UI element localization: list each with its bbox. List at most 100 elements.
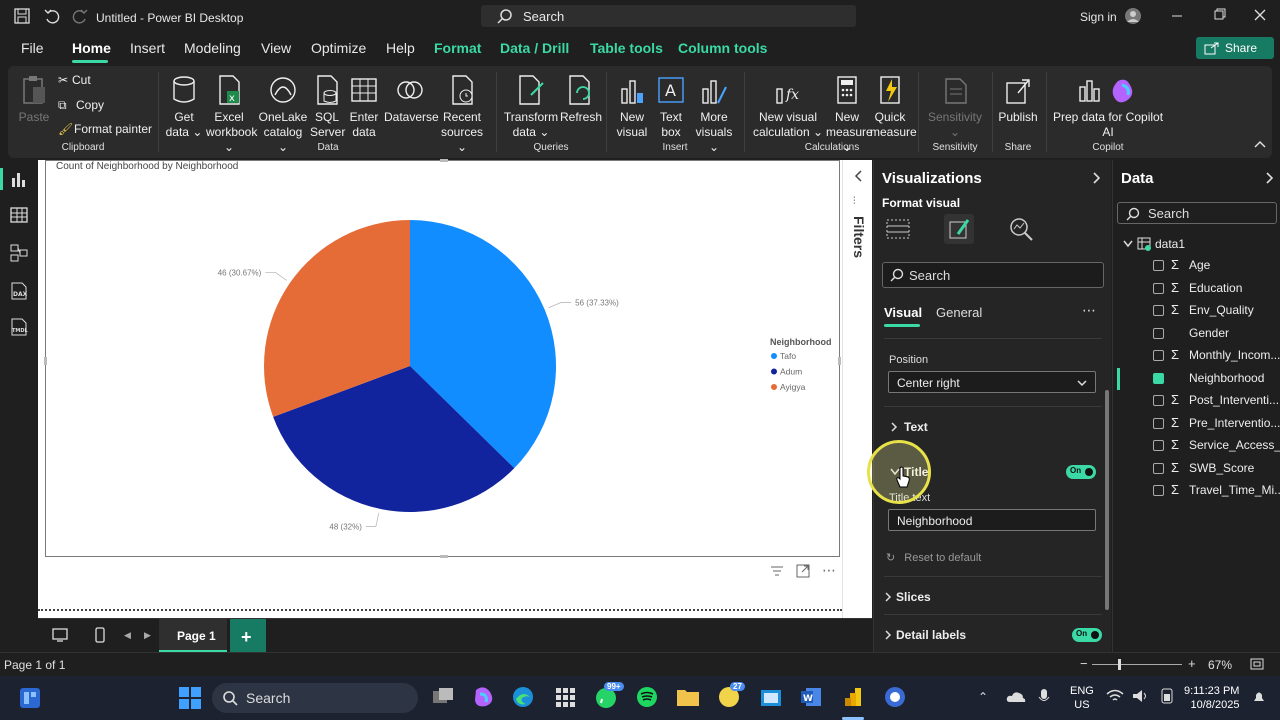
sign-in-link[interactable]: Sign in (1080, 10, 1117, 24)
field-checkbox[interactable] (1153, 462, 1164, 474)
field-item[interactable]: Σ Age (1153, 256, 1280, 276)
title-toggle[interactable]: On (1066, 465, 1096, 479)
apps-grid-icon[interactable] (554, 686, 576, 708)
power-bi-icon[interactable] (842, 686, 864, 708)
field-checkbox[interactable] (1153, 395, 1164, 406)
build-visual-icon[interactable] (886, 218, 910, 240)
expand-filters-icon[interactable] (853, 170, 863, 182)
table-view-icon[interactable] (10, 206, 28, 224)
field-checkbox[interactable] (1153, 440, 1164, 451)
title-text-input[interactable]: Neighborhood (888, 509, 1096, 531)
menu-table-tools[interactable]: Table tools (590, 40, 663, 56)
excel-workbook-button[interactable]: x Excel workbook ⌄ (206, 74, 257, 155)
more-options-icon[interactable]: ⋯ (1082, 302, 1096, 319)
copy-button[interactable]: ⧉ Copy (58, 98, 104, 113)
format-search-input[interactable]: Search (882, 262, 1104, 288)
new-visual-button[interactable]: New visual (614, 74, 650, 140)
report-canvas[interactable]: Count of Neighborhood by Neighborhood 56… (38, 159, 872, 618)
system-clock[interactable]: 9:11:23 PM 10/8/2025 (1184, 684, 1239, 712)
prev-page-icon[interactable]: ◀ (124, 630, 131, 641)
widgets-icon[interactable] (18, 686, 42, 710)
mobile-layout-icon[interactable] (94, 627, 106, 643)
dax-query-view-icon[interactable]: DAX (10, 282, 28, 300)
field-checkbox[interactable] (1153, 282, 1164, 294)
sensitivity-button[interactable]: Sensitivity ⌄ (924, 74, 986, 140)
field-item[interactable]: Σ Env_Quality (1153, 301, 1280, 321)
format-visual-icon[interactable] (944, 214, 974, 244)
edge-icon[interactable] (512, 686, 534, 708)
redo-icon[interactable] (72, 8, 88, 24)
legend-item[interactable]: Adum (780, 367, 802, 377)
quick-measure-button[interactable]: Quick measure (870, 74, 917, 140)
menu-view[interactable]: View (261, 40, 291, 56)
field-item[interactable]: Neighborhood (1153, 369, 1280, 389)
field-checkbox[interactable] (1153, 350, 1164, 361)
menu-help[interactable]: Help (386, 40, 415, 56)
publish-button[interactable]: Publish (998, 74, 1038, 125)
filters-label[interactable]: Filters (851, 216, 867, 258)
tmdl-view-icon[interactable]: TMDL (10, 318, 28, 336)
data-search-input[interactable]: Search (1117, 202, 1277, 224)
legend-position-dropdown[interactable]: Center right (888, 371, 1096, 393)
field-item[interactable]: Gender (1153, 324, 1280, 344)
wifi-icon[interactable] (1106, 688, 1124, 704)
zoom-out-icon[interactable]: − (1080, 656, 1088, 671)
focus-mode-icon[interactable] (796, 564, 810, 578)
field-checkbox[interactable] (1153, 305, 1164, 316)
paste-button[interactable]: Paste (14, 74, 54, 125)
format-painter-button[interactable]: 🖌Format painter (58, 122, 152, 136)
field-checkbox[interactable] (1153, 327, 1164, 339)
add-page-button[interactable]: + (230, 619, 266, 653)
detail-labels-toggle[interactable]: On (1072, 628, 1102, 642)
get-data-button[interactable]: Get data ⌄ (164, 74, 204, 140)
desktop-layout-icon[interactable] (52, 627, 68, 643)
menu-optimize[interactable]: Optimize (311, 40, 366, 56)
field-checkbox[interactable] (1153, 372, 1164, 384)
next-page-icon[interactable]: ▶ (144, 630, 151, 641)
prep-data-copilot-button[interactable]: Prep data for Copilot AI (1050, 74, 1166, 140)
field-item[interactable]: Σ Pre_Interventio... (1153, 414, 1280, 434)
language-indicator[interactable]: ENG US (1070, 684, 1094, 712)
report-view-icon[interactable] (10, 170, 28, 188)
refresh-button[interactable]: Refresh (560, 74, 602, 125)
collapse-data-pane-icon[interactable] (1265, 172, 1275, 184)
new-visual-calculation-button[interactable]: fx New visual calculation ⌄ (752, 74, 824, 140)
menu-data-drill[interactable]: Data / Drill (500, 40, 569, 56)
format-pane-scrollbar[interactable] (1105, 390, 1109, 610)
legend-item[interactable]: Tafo (780, 351, 796, 361)
field-item[interactable]: Σ Travel_Time_Mi... (1153, 481, 1280, 501)
filters-pane-collapsed[interactable]: ⫶ Filters (842, 160, 872, 618)
minimize-icon[interactable] (1170, 8, 1184, 22)
sql-server-button[interactable]: SQL Server (310, 74, 345, 140)
recent-sources-button[interactable]: Recent sources ⌄ (436, 74, 488, 155)
enter-data-button[interactable]: Enter data (346, 74, 382, 140)
close-icon[interactable] (1253, 8, 1267, 22)
spotify-icon[interactable] (636, 686, 658, 708)
menu-modeling[interactable]: Modeling (184, 40, 241, 56)
field-item[interactable]: Σ Service_Access_... (1153, 436, 1280, 456)
windows-start-icon[interactable] (178, 686, 202, 710)
field-item[interactable]: Σ Education (1153, 279, 1280, 299)
page-tab[interactable]: Page 1 (159, 619, 227, 653)
app-icon[interactable] (884, 686, 906, 708)
zoom-slider[interactable] (1092, 659, 1182, 670)
onedrive-icon[interactable] (1006, 690, 1026, 704)
text-box-button[interactable]: A Text box (656, 74, 686, 140)
field-checkbox[interactable] (1153, 260, 1164, 271)
model-view-icon[interactable] (10, 244, 28, 262)
menu-file[interactable]: File (21, 40, 44, 56)
notifications-bell-icon[interactable] (1252, 690, 1266, 704)
tab-general[interactable]: General (936, 305, 982, 320)
share-button[interactable]: Share (1196, 37, 1274, 59)
transform-data-button[interactable]: Transform data ⌄ (502, 74, 560, 140)
more-visuals-button[interactable]: More visuals ⌄ (692, 74, 736, 155)
table-node[interactable]: data1 (1123, 236, 1273, 254)
reset-to-default-link[interactable]: ↻ Reset to default (886, 551, 981, 564)
cut-button[interactable]: ✂ Cut (58, 73, 91, 87)
account-icon[interactable] (1124, 7, 1142, 25)
menu-format[interactable]: Format (434, 40, 481, 56)
copilot-app-icon[interactable] (472, 686, 494, 708)
filter-visual-icon[interactable] (770, 564, 784, 578)
microphone-icon[interactable] (1038, 688, 1050, 706)
undo-icon[interactable] (44, 8, 60, 24)
